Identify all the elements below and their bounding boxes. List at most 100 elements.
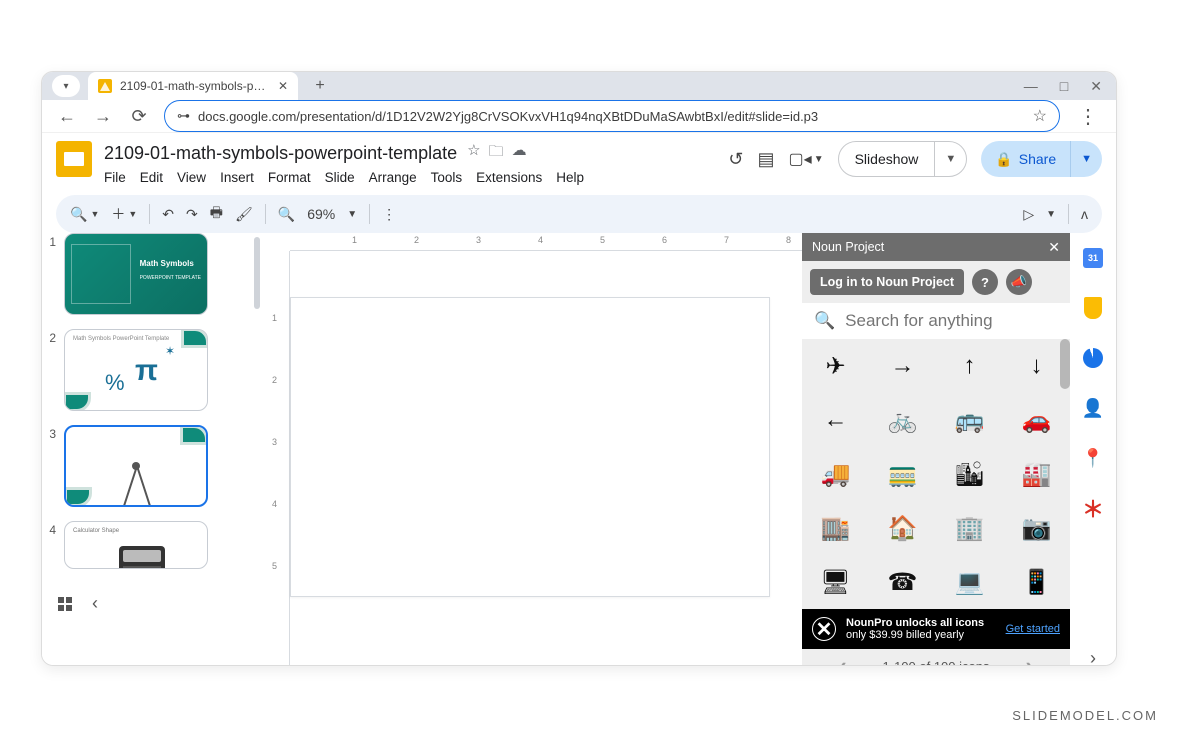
bookmark-star-icon[interactable]: ☆ (1033, 106, 1047, 126)
calendar-app-icon[interactable]: 31 (1082, 247, 1104, 269)
menu-extensions[interactable]: Extensions (476, 170, 542, 185)
history-icon[interactable]: ↺ (728, 149, 743, 170)
smartphone-icon[interactable]: 📱 (1003, 555, 1070, 609)
panel-title-bar: Noun Project ✕ (802, 233, 1070, 261)
menu-slide[interactable]: Slide (325, 170, 355, 185)
slides-logo-icon[interactable] (56, 141, 92, 177)
house-icon[interactable]: 🏠 (869, 501, 936, 555)
zoom-tool-icon[interactable]: 🔍 (278, 206, 295, 223)
slides-favicon-icon (98, 79, 112, 93)
doc-title[interactable]: 2109-01-math-symbols-powerpoint-template (104, 143, 457, 164)
canvas-h-scrollbar[interactable] (290, 665, 550, 666)
maps-app-icon[interactable]: 📍 (1082, 447, 1104, 469)
google-slides-app: 2109-01-math-symbols-powerpoint-template… (42, 133, 1116, 666)
close-window-button[interactable]: ✕ (1090, 78, 1102, 95)
keep-app-icon[interactable] (1082, 297, 1104, 319)
phone-old-icon[interactable]: ☎ (869, 555, 936, 609)
building-icon[interactable]: 🏢 (936, 501, 1003, 555)
addon-app-icon[interactable]: ＊ (1082, 497, 1104, 519)
tab-close-button[interactable]: ✕ (278, 79, 288, 93)
slideshow-dropdown[interactable]: ▼ (934, 142, 966, 176)
undo-button[interactable]: ↶ (162, 206, 174, 223)
slide-canvas[interactable] (290, 297, 770, 597)
camera-icon[interactable]: 📷 (1003, 501, 1070, 555)
thumbs-scrollbar[interactable] (254, 237, 260, 309)
monitor-icon[interactable]: 🖥 (802, 555, 869, 609)
menu-arrange[interactable]: Arrange (369, 170, 417, 185)
address-bar[interactable]: ⊶ docs.google.com/presentation/d/1D12V2W… (164, 100, 1060, 132)
menu-view[interactable]: View (177, 170, 206, 185)
back-button[interactable]: ← (56, 106, 78, 127)
help-button[interactable]: ? (972, 269, 998, 295)
login-button[interactable]: Log in to Noun Project (810, 269, 964, 295)
slideshow-button[interactable]: Slideshow ▼ (838, 141, 968, 177)
move-doc-icon[interactable]: 🗀 (489, 141, 504, 166)
bicycle-icon[interactable]: 🚲 (869, 393, 936, 447)
browser-tab[interactable]: 2109-01-math-symbols-powerp ✕ (88, 72, 298, 100)
announce-button[interactable]: 📣 (1006, 269, 1032, 295)
minimize-button[interactable]: — (1024, 78, 1038, 95)
comments-icon[interactable]: ▤ (758, 149, 775, 170)
forward-button[interactable]: → (92, 106, 114, 127)
share-dropdown[interactable]: ▼ (1070, 141, 1102, 177)
browser-menu-button[interactable]: ⋮ (1074, 104, 1102, 129)
toolbar-overflow-button[interactable]: ⋮ (382, 206, 396, 223)
airplane-icon[interactable]: ✈ (802, 339, 869, 393)
pointer-tool-icon[interactable]: ▷ (1023, 206, 1034, 223)
prev-slide-button[interactable]: ‹ (92, 593, 98, 614)
city-icon[interactable]: 🏙 (936, 447, 1003, 501)
zoom-dropdown[interactable]: ▼ (347, 209, 357, 220)
truck-icon[interactable]: 🚚 (802, 447, 869, 501)
page-next-button[interactable]: › (1025, 653, 1032, 666)
collapse-rail-button[interactable]: › (1082, 647, 1104, 666)
slide-thumb-1[interactable]: Math SymbolsPOWERPOINT TEMPLATE (64, 233, 208, 315)
slide-thumb-4[interactable]: Calculator Shape (64, 521, 208, 569)
nounpro-logo-icon: ✕ (812, 617, 836, 641)
paint-format-button[interactable]: 🖌 (235, 206, 253, 223)
print-button[interactable]: 🖶 (210, 202, 223, 226)
maximize-button[interactable]: □ (1060, 78, 1068, 95)
menu-format[interactable]: Format (268, 170, 311, 185)
menu-insert[interactable]: Insert (220, 170, 254, 185)
icon-grid-scrollbar[interactable] (1060, 339, 1070, 389)
arrow-left-icon[interactable]: ← (802, 393, 869, 447)
zoom-level[interactable]: 69% (307, 206, 335, 222)
tab-search-button[interactable]: ▾ (52, 75, 80, 97)
slide-thumb-2[interactable]: Math Symbols PowerPoint Template %π✶ (64, 329, 208, 411)
car-icon[interactable]: 🚗 (1003, 393, 1070, 447)
grid-view-button[interactable] (58, 597, 72, 611)
new-slide-button[interactable]: ＋▼ (111, 204, 137, 224)
redo-button[interactable]: ↷ (186, 206, 198, 223)
slide-thumb-3[interactable] (64, 425, 208, 507)
icon-search-input[interactable] (845, 311, 1066, 331)
menu-file[interactable]: File (104, 170, 126, 185)
menu-help[interactable]: Help (556, 170, 584, 185)
arrow-up-icon[interactable]: ↑ (936, 339, 1003, 393)
panel-close-button[interactable]: ✕ (1048, 239, 1060, 256)
noun-project-panel: Noun Project ✕ Log in to Noun Project ? … (802, 233, 1070, 666)
lock-icon: 🔒 (995, 151, 1012, 168)
new-tab-button[interactable]: + (306, 72, 334, 100)
star-doc-icon[interactable]: ☆ (467, 141, 480, 166)
search-tool-icon[interactable]: 🔍▼ (70, 206, 99, 223)
pointer-dropdown[interactable]: ▼ (1046, 209, 1056, 220)
contacts-app-icon[interactable]: 👤 (1082, 397, 1104, 419)
store-icon[interactable]: 🏬 (802, 501, 869, 555)
menu-edit[interactable]: Edit (140, 170, 163, 185)
bus-icon[interactable]: 🚌 (936, 393, 1003, 447)
ruler-horizontal: 1 2 3 4 5 6 7 8 (290, 233, 802, 251)
menu-tools[interactable]: Tools (431, 170, 463, 185)
factory-icon[interactable]: 🏭 (1003, 447, 1070, 501)
train-icon[interactable]: 🚃 (869, 447, 936, 501)
meet-button[interactable]: ▢◂▼ (789, 149, 824, 169)
promo-cta-link[interactable]: Get started (1006, 623, 1060, 635)
page-prev-button[interactable]: ‹ (839, 653, 846, 666)
icon-search-row: 🔍 (802, 303, 1070, 339)
share-button[interactable]: 🔒Share ▼ (981, 141, 1102, 177)
site-info-icon[interactable]: ⊶ (177, 108, 190, 124)
reload-button[interactable]: ⟳ (128, 106, 150, 127)
hide-menus-button[interactable]: ʌ (1081, 206, 1088, 222)
arrow-right-icon[interactable]: → (869, 339, 936, 393)
tasks-app-icon[interactable] (1082, 347, 1104, 369)
laptop-icon[interactable]: 💻 (936, 555, 1003, 609)
